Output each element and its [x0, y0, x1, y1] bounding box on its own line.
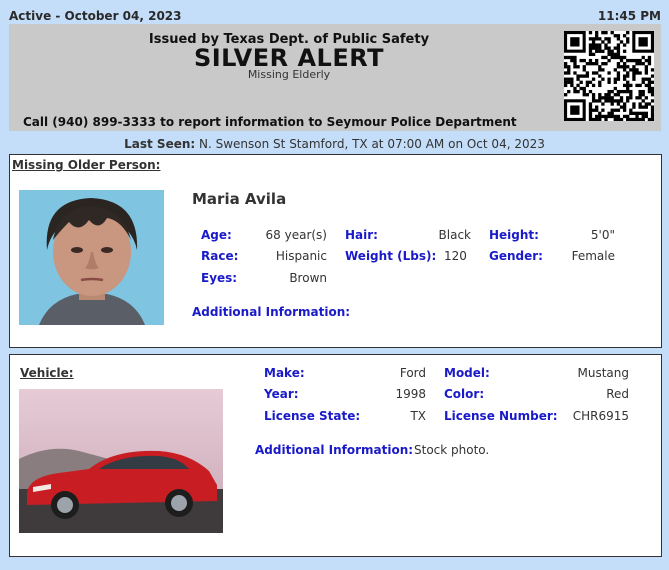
age-label: Age:	[201, 228, 232, 242]
make-label: Make:	[264, 366, 305, 380]
vehicle-panel: Vehicle: Make: Ford Model: Mustang Year:…	[9, 354, 662, 557]
license-state-value: TX	[410, 409, 426, 423]
last-seen: Last Seen: N. Swenson St Stamford, TX at…	[0, 137, 669, 151]
weight-label: Weight (Lbs):	[345, 249, 437, 263]
alert-banner: Issued by Texas Dept. of Public Safety S…	[9, 24, 661, 131]
alert-time: 11:45 PM	[597, 9, 661, 23]
alert-status-date: Active - October 04, 2023	[9, 9, 182, 23]
gender-label: Gender:	[489, 249, 543, 263]
vehicle-photo[interactable]	[19, 389, 223, 533]
missing-person-panel: Missing Older Person: Maria Avila Age: 6…	[9, 154, 662, 348]
license-number-value: CHR6915	[572, 409, 629, 423]
last-seen-text: N. Swenson St Stamford, TX at 07:00 AM o…	[199, 137, 545, 151]
license-state-label: License State:	[264, 409, 361, 423]
person-additional-label: Additional Information:	[192, 305, 351, 319]
eyes-value: Brown	[289, 271, 327, 285]
make-value: Ford	[399, 366, 426, 380]
call-to-report: Call (940) 899-3333 to report informatio…	[23, 115, 517, 129]
gender-value: Female	[571, 249, 615, 263]
height-value: 5'0"	[590, 228, 615, 242]
year-value: 1998	[395, 387, 426, 401]
vehicle-additional-text: Stock photo.	[414, 443, 490, 457]
color-value: Red	[606, 387, 629, 401]
hair-label: Hair:	[345, 228, 378, 242]
age-value: 68 year(s)	[265, 228, 327, 242]
hair-value: Black	[438, 228, 471, 242]
model-label: Model:	[444, 366, 490, 380]
vehicle-additional-label: Additional Information:	[255, 443, 414, 457]
color-label: Color:	[444, 387, 485, 401]
weight-value: 120	[444, 249, 467, 263]
model-value: Mustang	[577, 366, 630, 380]
top-status-bar: Active - October 04, 2023 11:45 PM	[0, 0, 669, 24]
race-value: Hispanic	[275, 249, 327, 263]
eyes-label: Eyes:	[201, 271, 238, 285]
qr-code-icon[interactable]	[564, 31, 655, 122]
person-photo[interactable]	[19, 190, 164, 325]
race-label: Race:	[201, 249, 239, 263]
vehicle-section-title: Vehicle:	[20, 366, 74, 380]
person-section-title: Missing Older Person:	[12, 158, 161, 172]
last-seen-label: Last Seen:	[124, 137, 196, 151]
person-name: Maria Avila	[192, 190, 287, 208]
alert-subtitle: Missing Elderly	[247, 68, 331, 81]
year-label: Year:	[264, 387, 299, 401]
height-label: Height:	[489, 228, 539, 242]
license-number-label: License Number:	[444, 409, 558, 423]
